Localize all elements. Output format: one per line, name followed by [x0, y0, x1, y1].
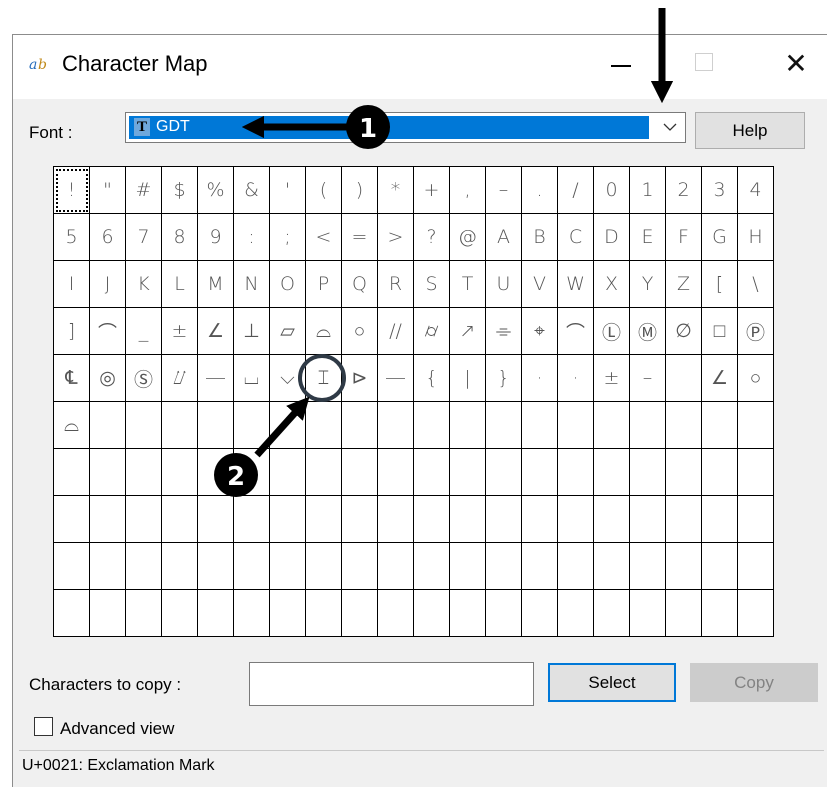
arrow-to-highlight-icon — [254, 396, 310, 458]
callout-1-label: 1 — [359, 114, 377, 144]
callout-2-label: 2 — [227, 462, 245, 492]
highlight-circle-icon — [298, 354, 346, 402]
annotation-overlay: 1 2 — [214, 8, 674, 497]
